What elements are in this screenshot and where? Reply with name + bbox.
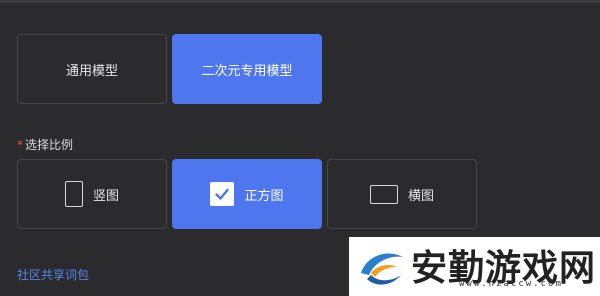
watermark-logo-icon [361, 253, 403, 285]
ratio-section-text: 选择比例 [25, 138, 74, 152]
model-anime-button[interactable]: 二次元专用模型 [172, 34, 322, 104]
required-mark: * [17, 138, 23, 152]
model-anime-label: 二次元专用模型 [201, 63, 293, 79]
landscape-rect-icon [369, 184, 398, 204]
portrait-rect-icon [64, 181, 83, 207]
model-general-label: 通用模型 [65, 63, 118, 79]
top-divider [0, 0, 600, 3]
ratio-landscape-label: 横图 [407, 188, 434, 204]
ratio-landscape-button[interactable]: 横图 [327, 159, 477, 229]
model-general-button[interactable]: 通用模型 [17, 34, 167, 104]
ratio-portrait-button[interactable]: 竖图 [17, 159, 167, 229]
watermark-banner: 安勤游戏网 www.hzaccw.com [349, 237, 600, 296]
watermark-url: www.hzaccw.com [459, 279, 563, 289]
ratio-portrait-label: 竖图 [92, 188, 119, 204]
ratio-square-button[interactable]: 正方图 [172, 159, 322, 229]
ratio-square-label: 正方图 [244, 188, 284, 204]
ratio-section-label: * 选择比例 [17, 136, 73, 153]
community-wordpack-link[interactable]: 社区共享词包 [17, 266, 89, 283]
checkbox-checked-icon [210, 182, 235, 206]
